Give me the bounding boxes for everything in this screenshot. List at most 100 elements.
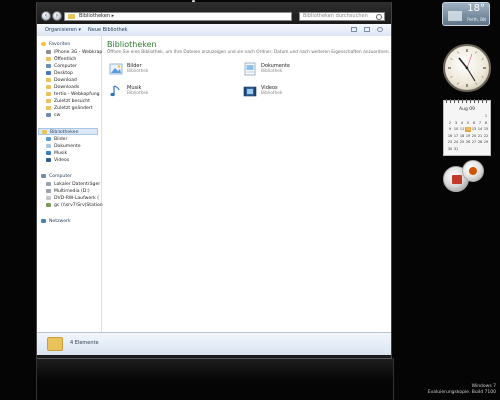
page-description: Öffnen Sie eine Bibliothek, um Ihre Date… bbox=[107, 50, 390, 55]
preview-pane-icon[interactable] bbox=[364, 27, 370, 32]
nav-fav-item[interactable]: Downloads bbox=[46, 84, 79, 91]
nav-drive-item[interactable]: Multimedia (D:) bbox=[46, 188, 90, 195]
library-type: Bibliothek bbox=[261, 69, 283, 74]
search-input[interactable]: Bibliotheken durchsuchen bbox=[299, 12, 385, 21]
nav-label: Netzwerk bbox=[49, 219, 71, 224]
calendar-gadget[interactable]: Aug 09 1 2 3 4 5 6 7 8 9 10 11 12 13 14 15 16 17 18 19 20 21… bbox=[443, 99, 491, 156]
search-placeholder: Bibliotheken durchsuchen bbox=[303, 13, 368, 19]
new-library-button[interactable]: Neue Bibliothek bbox=[88, 27, 128, 33]
forward-button[interactable]: › bbox=[52, 11, 62, 21]
calendar-day[interactable]: 15 bbox=[483, 127, 489, 132]
nav-label: iPhone 3G - Webkrap bbox=[54, 50, 103, 55]
library-type: Bibliothek bbox=[261, 91, 283, 96]
network-icon bbox=[41, 218, 46, 223]
item-count: 4 Elemente bbox=[70, 340, 99, 346]
nav-libraries[interactable]: Bibliotheken bbox=[38, 128, 98, 135]
nav-lib-item[interactable]: Musik bbox=[46, 150, 67, 157]
nav-label: Dokumente bbox=[54, 144, 81, 149]
address-row: ‹ › Bibliotheken ▸ Bibliotheken durchsuc… bbox=[37, 2, 391, 24]
nav-label: Musik bbox=[54, 151, 68, 156]
library-tile-music[interactable]: Musik Bibliothek bbox=[109, 84, 199, 102]
navigation-pane: Favoriten iPhone 3G - Webkrap Öffentlich… bbox=[37, 36, 103, 332]
nav-label: Computer bbox=[54, 64, 77, 69]
desktop-icon bbox=[46, 70, 51, 75]
library-type: Bibliothek bbox=[127, 69, 149, 74]
address-bar[interactable]: Bibliotheken ▸ bbox=[64, 12, 292, 21]
nav-drive-item[interactable]: Lokaler Datenträger bbox=[46, 181, 100, 188]
computer-icon bbox=[41, 173, 46, 178]
pictures-icon bbox=[46, 136, 51, 141]
nav-fav-item[interactable]: Desktop bbox=[46, 70, 73, 77]
calendar-day[interactable]: 31 bbox=[453, 147, 459, 152]
status-bar: 4 Elemente bbox=[37, 332, 391, 355]
libraries-icon bbox=[47, 337, 63, 351]
calendar-day[interactable]: 22 bbox=[483, 134, 489, 139]
nav-favorites[interactable]: Favoriten bbox=[41, 41, 70, 48]
folder-icon bbox=[46, 77, 51, 82]
page-title: Bibliotheken bbox=[107, 40, 157, 49]
city-skyline-icon bbox=[448, 11, 462, 21]
music-icon bbox=[46, 150, 51, 155]
library-tile-documents[interactable]: Dokumente Bibliothek bbox=[243, 62, 333, 80]
explorer-window: ‹ › Bibliotheken ▸ Bibliotheken durchsuc… bbox=[36, 2, 392, 359]
nav-label: Bilder bbox=[54, 137, 68, 142]
clock-face-icon bbox=[448, 49, 486, 87]
search-icon bbox=[376, 14, 382, 20]
nav-label: Zuletzt geändert bbox=[54, 106, 93, 111]
nav-network[interactable]: Netzwerk bbox=[41, 218, 71, 225]
help-icon[interactable] bbox=[377, 27, 383, 32]
nav-lib-item[interactable]: Videos bbox=[46, 157, 69, 164]
folder-icon bbox=[46, 105, 51, 110]
videos-icon bbox=[46, 157, 51, 162]
nav-label: Multimedia (D:) bbox=[54, 189, 90, 194]
drive-icon bbox=[46, 188, 51, 193]
nav-fav-item[interactable]: Computer bbox=[46, 63, 77, 70]
nav-lib-item[interactable]: Bilder bbox=[46, 136, 67, 143]
organize-button[interactable]: Organisieren ▾ bbox=[45, 27, 81, 33]
nav-fav-item[interactable]: cw bbox=[46, 112, 60, 119]
weather-temperature: 18° bbox=[467, 3, 485, 14]
nav-fav-item[interactable]: iPhone 3G - Webkrap bbox=[46, 49, 102, 56]
build-watermark: Windows 7 Evaluierungskopie. Build 7100 bbox=[428, 384, 496, 396]
feed-gadget[interactable] bbox=[462, 160, 484, 182]
feed-icon bbox=[469, 167, 477, 175]
calendar-rings bbox=[446, 99, 488, 103]
library-tile-pictures[interactable]: Bilder Bibliothek bbox=[109, 62, 199, 80]
folder-icon bbox=[46, 56, 51, 61]
slideshow-icon bbox=[452, 175, 462, 184]
calendar-day[interactable]: 1 bbox=[483, 114, 489, 119]
window-reflection bbox=[36, 358, 394, 400]
nav-computer[interactable]: Computer bbox=[41, 173, 72, 180]
nav-label: Lokaler Datenträger bbox=[54, 182, 101, 187]
libraries-icon bbox=[42, 129, 47, 134]
nav-fav-item[interactable]: Zuletzt besucht bbox=[46, 98, 90, 105]
clock-gadget[interactable] bbox=[443, 44, 491, 92]
drive-icon bbox=[46, 181, 51, 186]
nav-fav-item[interactable]: Zuletzt geändert bbox=[46, 105, 93, 112]
device-icon bbox=[46, 49, 51, 54]
nav-label: tertio - Webkopfung bbox=[54, 92, 100, 97]
library-tile-videos[interactable]: Videos Bibliothek bbox=[243, 84, 333, 102]
computer-icon bbox=[46, 63, 51, 68]
folder-icon bbox=[46, 91, 51, 96]
pictures-icon bbox=[109, 63, 123, 75]
music-icon bbox=[110, 85, 120, 97]
watermark-line2: Evaluierungskopie. Build 7100 bbox=[427, 390, 496, 395]
nav-label: Downloads bbox=[54, 85, 80, 90]
calendar-day[interactable]: 8 bbox=[483, 121, 489, 126]
nav-label: DVD-RW-Laufwerk ( bbox=[54, 196, 100, 201]
calendar-day[interactable]: 29 bbox=[483, 140, 489, 145]
nav-fav-item[interactable]: tertio - Webkopfung bbox=[46, 91, 100, 98]
nav-fav-item[interactable]: Download bbox=[46, 77, 77, 84]
network-drive-icon bbox=[46, 202, 51, 207]
nav-drive-item[interactable]: gc (\\srv7\Srv|Station bbox=[46, 202, 103, 209]
weather-gadget[interactable]: 18° Perth, BN bbox=[442, 2, 490, 26]
folder-icon bbox=[46, 98, 51, 103]
view-options-icon[interactable] bbox=[351, 27, 357, 32]
calendar-month: Aug 09 bbox=[459, 107, 475, 112]
nav-drive-item[interactable]: DVD-RW-Laufwerk ( bbox=[46, 195, 99, 202]
nav-lib-item[interactable]: Dokumente bbox=[46, 143, 81, 150]
nav-label: Bibliotheken bbox=[50, 130, 79, 135]
back-button[interactable]: ‹ bbox=[41, 11, 51, 21]
nav-fav-item[interactable]: Öffentlich bbox=[46, 56, 76, 63]
